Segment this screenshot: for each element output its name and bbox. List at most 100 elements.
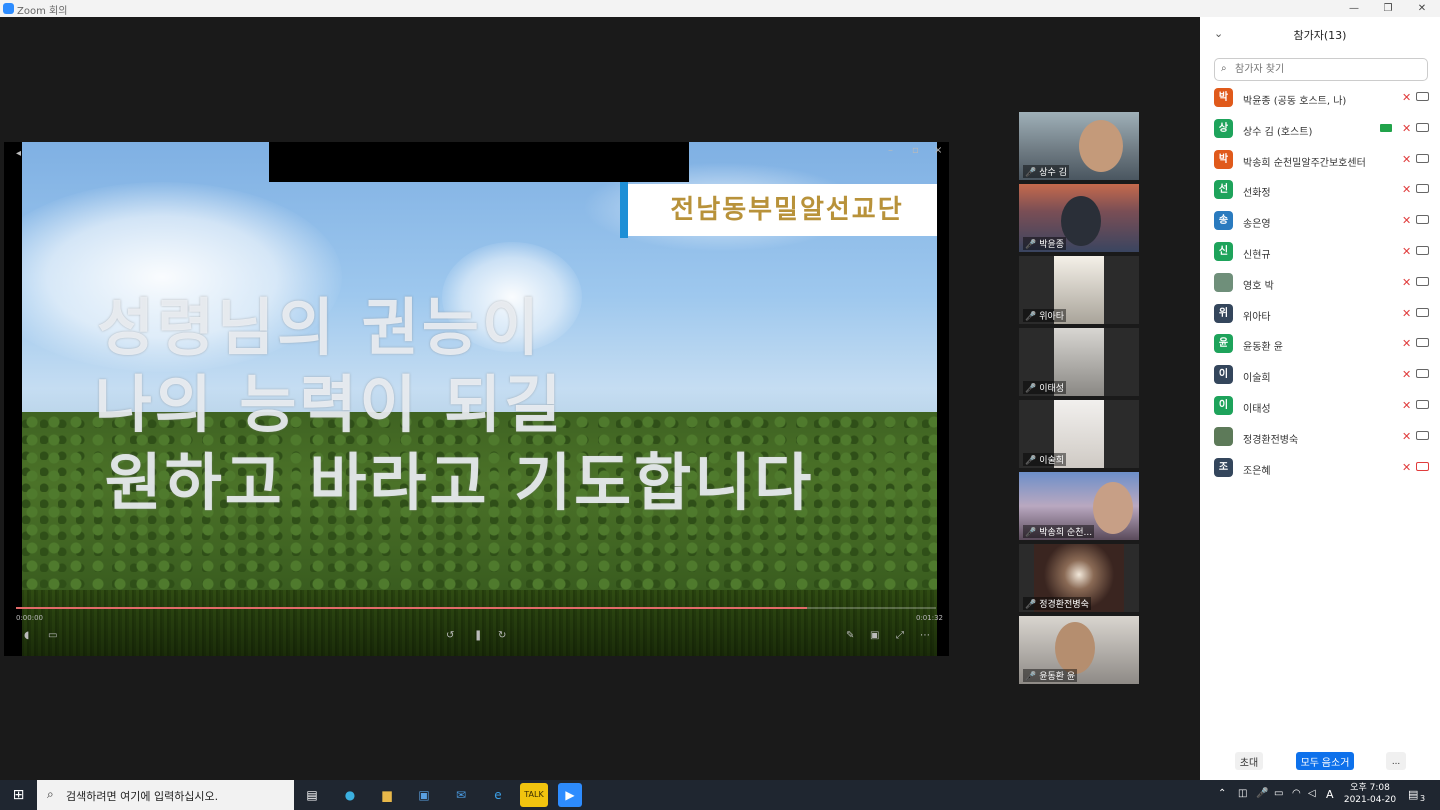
pen-icon[interactable]: ✎ [846,630,854,641]
mute-all-button[interactable]: 모두 음소거 [1296,752,1354,770]
elapsed-time: 0:00:00 [16,614,43,622]
player-restore-icon[interactable]: ▫ [912,145,919,156]
notification-icon[interactable]: ▤ [1408,788,1418,801]
ime-indicator[interactable]: A [1326,788,1334,801]
participant-row[interactable]: 이 이술희 ✕ [1200,364,1440,392]
minimize-button[interactable]: — [1337,0,1371,17]
back-arrow-icon[interactable]: ◂ [16,148,21,159]
video-icon[interactable] [1416,153,1429,163]
battery-icon[interactable]: ▭ [1274,788,1283,799]
participant-row[interactable]: 선 선화정 ✕ [1200,179,1440,207]
avatar: 박 [1214,149,1233,169]
cast-icon[interactable]: ▣ [870,630,879,641]
taskbar-search[interactable]: ⌕ 검색하려면 여기에 입력하십시오. [37,780,294,810]
participant-row[interactable]: 위 위아타 ✕ [1200,303,1440,331]
video-icon[interactable] [1416,276,1429,286]
task-view-icon[interactable]: ▤ [300,783,324,807]
video-tile[interactable]: 🎤 박송희 순천... [1019,472,1139,540]
video-tile[interactable]: 🎤 상수 김 [1019,112,1139,180]
volume-icon[interactable]: ◖ [24,630,29,641]
mic-muted-icon[interactable]: ✕ [1402,461,1411,474]
video-icon[interactable] [1416,369,1429,379]
camera-tray-icon[interactable]: ◫ [1238,788,1247,799]
video-icon[interactable] [1416,92,1429,101]
wifi-icon[interactable]: ◠ [1292,788,1301,799]
player-minimize-icon[interactable]: – [888,145,893,156]
video-tile[interactable]: 🎤 이술희 [1019,400,1139,468]
rewind-icon[interactable]: ↺ [446,630,454,641]
mic-muted-icon: 🎤 [1025,672,1037,682]
mic-muted-icon[interactable]: ✕ [1402,399,1411,412]
pause-icon[interactable]: ❚ [474,630,482,641]
participant-row[interactable]: 상 상수 김 (호스트) ✕ [1200,118,1440,146]
participant-name: 상수 김 (호스트) [1243,126,1313,138]
participant-search[interactable]: ⌕ [1214,58,1428,81]
participant-row[interactable]: 송 송은영 ✕ [1200,210,1440,238]
mic-muted-icon[interactable]: ✕ [1402,276,1411,289]
search-icon: ⌕ [47,787,54,801]
mic-muted-icon[interactable]: ✕ [1402,183,1411,196]
participant-row[interactable]: 이 이태성 ✕ [1200,395,1440,423]
taskbar-clock[interactable]: 오후 7:08 2021-04-20 [1340,782,1400,806]
forward-icon[interactable]: ↻ [498,630,506,641]
mic-muted-icon[interactable]: ✕ [1402,153,1411,166]
video-tile[interactable]: 🎤 이태성 [1019,328,1139,396]
video-icon[interactable] [1416,400,1429,409]
mic-muted-icon[interactable]: ✕ [1402,337,1411,350]
participant-row[interactable]: 영호 박 ✕ [1200,272,1440,300]
playback-progress[interactable] [16,607,936,609]
video-icon[interactable] [1416,246,1429,255]
participant-row[interactable]: 신 신현규 ✕ [1200,241,1440,269]
zoom-icon[interactable]: ▶ [558,783,582,807]
mic-muted-icon[interactable]: ✕ [1402,430,1411,443]
avatar: 선 [1214,180,1233,200]
mic-muted-icon[interactable]: ✕ [1402,368,1411,381]
close-button[interactable]: ✕ [1405,0,1439,17]
fullscreen-icon[interactable]: ⤢ [896,630,904,641]
volume-tray-icon[interactable]: ◁ [1308,788,1316,799]
mic-muted-icon[interactable]: ✕ [1402,122,1411,135]
mic-muted-icon: 🎤 [1025,456,1037,466]
shared-screen[interactable]: 전남동부밀알선교단 성령님의 권능이 나의 능력이 되길 원하고 바라고 기도합… [4,142,949,656]
participant-search-input[interactable] [1235,61,1423,78]
participant-name: 영호 박 [1243,280,1274,292]
kakaotalk-icon[interactable]: TALK [520,783,548,807]
video-icon[interactable] [1416,184,1429,194]
video-tile[interactable]: 🎤 정경환전병숙 [1019,544,1139,612]
video-tile[interactable]: 🎤 박윤종 [1019,184,1139,252]
participant-row[interactable]: 박 박송희 순천밀알주간보호센터 ✕ [1200,149,1440,177]
video-icon[interactable] [1416,122,1429,132]
edge-icon[interactable]: ● [338,783,362,807]
maximize-button[interactable]: ❐ [1371,0,1405,17]
video-icon[interactable] [1416,215,1429,225]
video-tile[interactable]: 🎤 윤동환 윤 [1019,616,1139,684]
video-off-icon[interactable] [1416,461,1429,471]
file-explorer-icon[interactable]: ▆ [375,783,399,807]
store-icon[interactable]: ▣ [412,783,436,807]
search-icon: ⌕ [1221,63,1227,74]
mic-muted-icon[interactable]: ✕ [1402,245,1411,258]
participant-row[interactable]: 박 박윤종 (공동 호스트, 나) ✕ [1200,87,1440,115]
player-close-icon[interactable]: × [934,145,942,156]
video-tile[interactable]: 🎤 위아타 [1019,256,1139,324]
video-icon[interactable] [1416,338,1429,348]
mic-muted-icon[interactable]: ✕ [1402,214,1411,227]
mic-muted-icon[interactable]: ✕ [1402,307,1411,320]
tray-chevron-icon[interactable]: ⌃ [1218,788,1226,799]
start-button[interactable]: ⊞ [0,780,37,810]
participant-row[interactable]: 윤 윤동환 윤 ✕ [1200,333,1440,361]
participant-row[interactable]: 정경환전병숙 ✕ [1200,426,1440,454]
participant-name: 이술희 [1243,373,1271,385]
participant-row[interactable]: 조 조은혜 ✕ [1200,457,1440,485]
captions-icon[interactable]: ▭ [48,630,57,641]
more-button[interactable]: ... [1386,752,1406,770]
mail-icon[interactable]: ✉ [449,783,473,807]
participant-name: 박윤종 (공동 호스트, 나) [1243,96,1347,107]
mic-muted-icon[interactable]: ✕ [1402,91,1411,104]
video-icon[interactable] [1416,430,1429,440]
more-options-icon[interactable]: ⋯ [920,630,930,641]
invite-button[interactable]: 초대 [1235,752,1263,770]
video-icon[interactable] [1416,307,1429,317]
microphone-tray-icon[interactable]: 🎤 [1256,788,1268,799]
internet-explorer-icon[interactable]: e [486,783,510,807]
